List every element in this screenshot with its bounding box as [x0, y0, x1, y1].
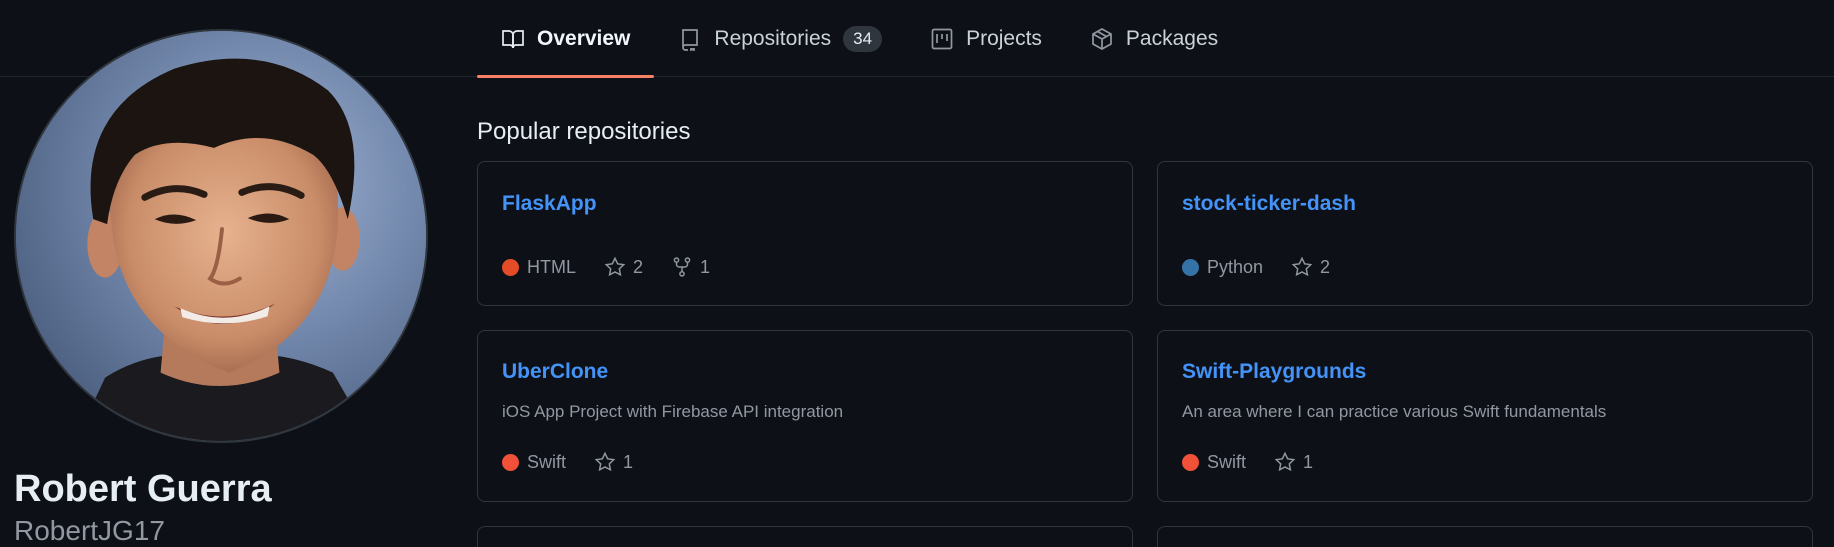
language-color-dot: [502, 258, 519, 276]
repo-meta: HTML 2 1: [502, 256, 738, 278]
repo-icon: [682, 28, 699, 51]
repo-language: Swift: [1182, 452, 1246, 473]
repositories-count-badge: 34: [843, 25, 883, 52]
repo-stars-link[interactable]: 1: [594, 451, 633, 473]
star-icon: [594, 451, 616, 472]
book-icon: [502, 29, 524, 48]
repo-meta: Python 2: [1182, 256, 1358, 278]
repo-stars-link[interactable]: 2: [1291, 256, 1330, 278]
repo-meta: Swift 1: [1182, 451, 1341, 473]
profile-username: RobertJG17: [14, 515, 165, 546]
star-icon: [604, 256, 626, 277]
language-color-dot: [502, 453, 519, 471]
avatar-portrait-image: [16, 31, 426, 441]
repo-language: HTML: [502, 257, 576, 278]
repo-name-link[interactable]: UberClone: [502, 360, 608, 384]
repo-card-partial: [477, 526, 1133, 547]
tab-overview[interactable]: Overview: [477, 0, 655, 78]
tab-label: Packages: [1125, 26, 1219, 50]
repo-card-flaskapp: FlaskApp HTML 2 1: [477, 161, 1133, 306]
tab-packages[interactable]: Packages: [1066, 0, 1242, 77]
star-icon: [1274, 451, 1296, 472]
repo-card-uberclone: UberClone iOS App Project with Firebase …: [477, 330, 1133, 502]
tab-projects[interactable]: Projects: [906, 0, 1066, 77]
language-label: Swift: [1207, 451, 1247, 472]
stars-count: 2: [633, 256, 644, 277]
tab-label: Overview: [537, 26, 631, 50]
repo-name-link[interactable]: FlaskApp: [502, 192, 597, 216]
repo-card-partial: [1157, 526, 1813, 547]
profile-tabs: Overview Repositories 34 Projects Packag…: [477, 0, 1242, 78]
repo-stars-link[interactable]: 1: [1274, 451, 1313, 473]
repo-forks-link[interactable]: 1: [671, 256, 710, 278]
stars-count: 2: [1320, 256, 1331, 277]
stars-count: 1: [623, 451, 634, 472]
language-label: HTML: [527, 256, 576, 277]
repo-description: An area where I can practice various Swi…: [1182, 402, 1607, 421]
repo-stars-link[interactable]: 2: [604, 256, 643, 278]
tab-repositories[interactable]: Repositories 34: [654, 0, 906, 77]
avatar[interactable]: [14, 29, 428, 443]
repo-card-swift-playgrounds: Swift-Playgrounds An area where I can pr…: [1157, 330, 1813, 502]
package-icon: [1092, 27, 1112, 50]
stars-count: 1: [1303, 451, 1314, 472]
tab-label: Repositories: [714, 26, 832, 50]
language-label: Swift: [527, 451, 567, 472]
language-label: Python: [1207, 256, 1264, 277]
fork-icon: [673, 257, 691, 277]
star-icon: [1291, 256, 1313, 277]
forks-count: 1: [700, 256, 711, 277]
language-color-dot: [1182, 453, 1199, 471]
popular-repositories-heading: Popular repositories: [477, 118, 691, 145]
repo-description: iOS App Project with Firebase API integr…: [502, 402, 844, 421]
repo-meta: Swift 1: [502, 451, 661, 473]
repo-language: Swift: [502, 452, 566, 473]
profile-page: Overview Repositories 34 Projects Packag…: [0, 0, 1834, 547]
repo-name-link[interactable]: Swift-Playgrounds: [1182, 360, 1366, 384]
tab-label: Projects: [966, 26, 1042, 50]
repo-card-stock-ticker-dash: stock-ticker-dash Python 2: [1157, 161, 1813, 306]
repo-name-link[interactable]: stock-ticker-dash: [1182, 192, 1356, 216]
profile-full-name: Robert Guerra: [14, 468, 272, 510]
repo-language: Python: [1182, 257, 1263, 278]
project-icon: [931, 28, 953, 49]
language-color-dot: [1182, 258, 1199, 276]
